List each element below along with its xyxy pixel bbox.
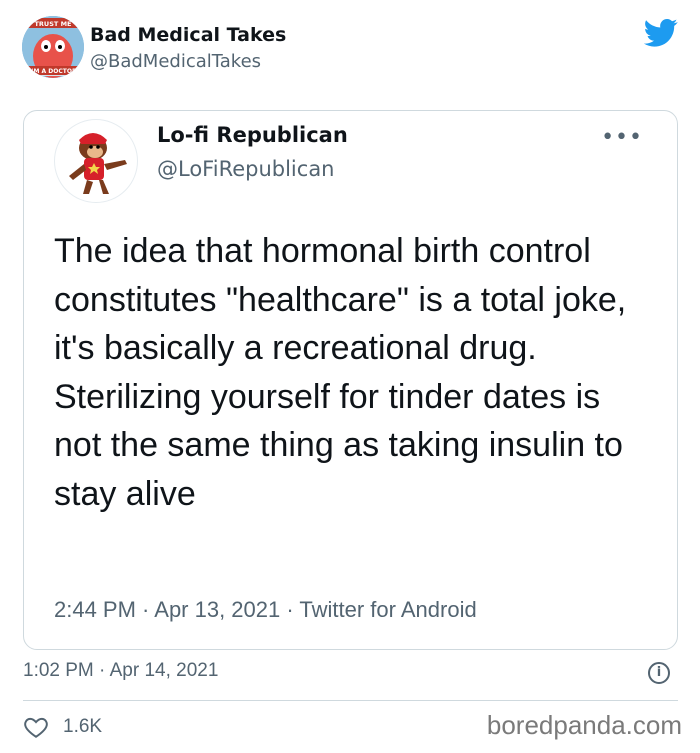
inner-display-name[interactable]: Lo-fi Republican xyxy=(157,123,348,147)
avatar-caption-top: TRUST ME xyxy=(34,20,71,28)
divider xyxy=(23,700,678,701)
quoted-tweet-text: The idea that hormonal birth control con… xyxy=(54,232,627,513)
like-count: 1.6K xyxy=(63,716,103,737)
watermark-text: boredpanda.com xyxy=(486,710,682,740)
outer-tweet-header: TRUST ME I'M A DOCTOR Bad Medical Takes … xyxy=(22,14,682,84)
outer-timestamp[interactable]: 1:02 PM · Apr 14, 2021 xyxy=(23,660,218,682)
quoted-tweet-card[interactable]: Lo-fi Republican @LoFiRepublican ••• The… xyxy=(23,110,678,650)
quoted-tweet-meta[interactable]: 2:44 PM · Apr 13, 2021 · Twitter for And… xyxy=(54,597,477,623)
outer-avatar[interactable]: TRUST ME I'M A DOCTOR xyxy=(22,16,84,78)
more-options-icon[interactable]: ••• xyxy=(601,125,643,150)
twitter-bird-icon[interactable] xyxy=(644,18,678,48)
outer-handle[interactable]: @BadMedicalTakes xyxy=(90,51,261,72)
info-icon[interactable]: i xyxy=(648,662,670,684)
diddy-kong-avatar-image xyxy=(69,133,127,194)
zoidberg-avatar-image: TRUST ME I'M A DOCTOR xyxy=(22,16,84,78)
like-row[interactable]: 1.6K xyxy=(23,712,102,742)
avatar-caption-bottom: I'M A DOCTOR xyxy=(29,68,77,75)
inner-handle[interactable]: @LoFiRepublican xyxy=(157,157,335,181)
outer-display-name[interactable]: Bad Medical Takes xyxy=(90,24,286,46)
heart-icon[interactable] xyxy=(23,714,49,740)
inner-avatar[interactable] xyxy=(54,119,138,203)
